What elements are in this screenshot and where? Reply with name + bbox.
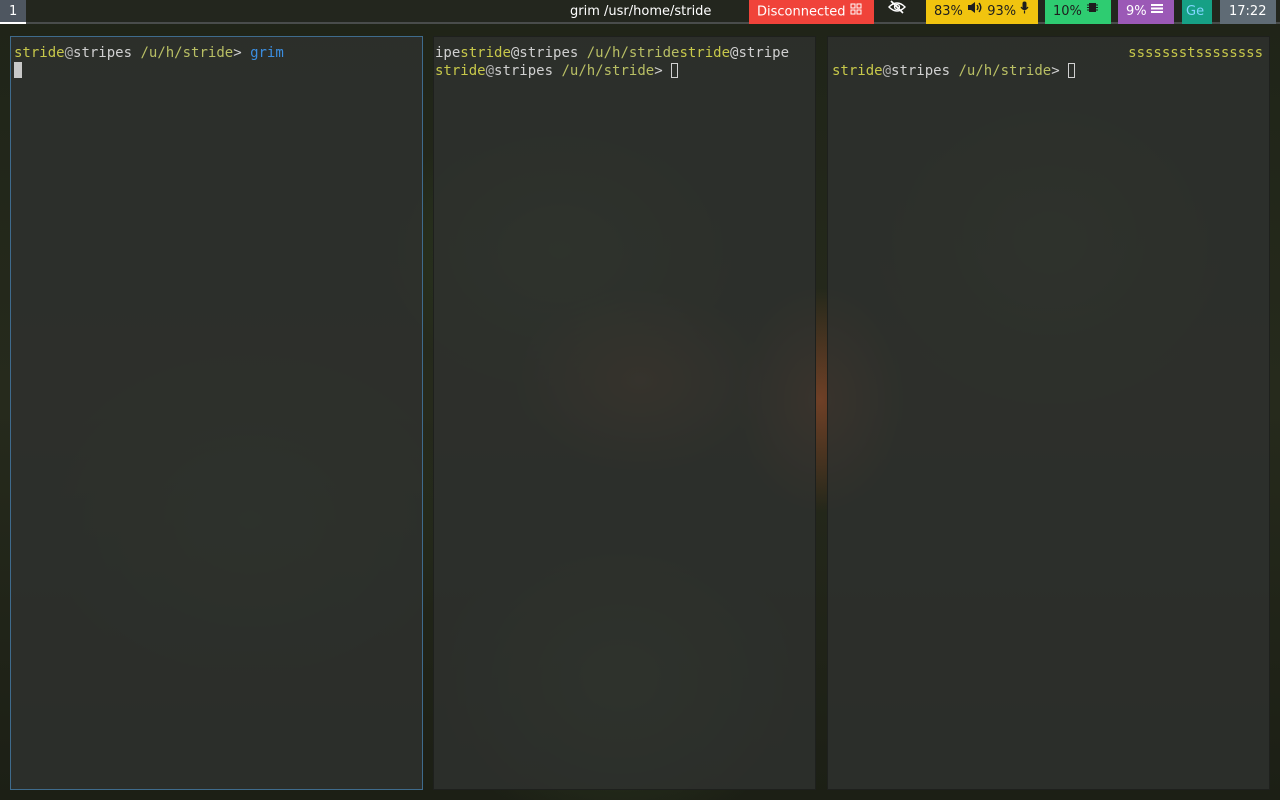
terminal-window-2[interactable]: ipestride@stripes /u/h/stridestride@stri… (433, 36, 816, 790)
terminal-cursor (671, 63, 679, 78)
volume-level: 83% (934, 4, 963, 19)
wrap-host-2: @stripe (730, 45, 790, 61)
terminal-window-3[interactable]: ssssssstssssssss stride@stripes /u/h/str… (827, 36, 1270, 790)
typed-command: grim (250, 45, 284, 61)
workspace-button-1[interactable]: 1 (0, 0, 26, 24)
prompt-symbol: > (654, 63, 663, 79)
terminal-prompt-line: stride@stripes /u/h/stride> grim (14, 44, 284, 62)
terminal-prompt-line: stride@stripes /u/h/stride> (435, 62, 679, 80)
wrap-host: @stripes (510, 45, 587, 61)
wrap-fragment: ipe (435, 45, 461, 61)
cpu-module[interactable]: 10% (1045, 0, 1111, 24)
speaker-icon (967, 0, 983, 23)
cpu-chip-icon (1086, 0, 1099, 23)
network-disconnected-icon (850, 0, 862, 24)
prompt-user: stride (14, 45, 65, 61)
terminal-cursor (14, 62, 22, 78)
wrap-user: stride (460, 45, 511, 61)
memory-bars-icon (1150, 0, 1163, 23)
prompt-path: /u/h/stride (140, 45, 234, 61)
memory-usage: 9% (1126, 4, 1147, 19)
prompt-host: stripes (891, 63, 951, 79)
cpu-usage: 10% (1053, 4, 1082, 19)
prompt-symbol: > (1051, 63, 1060, 79)
audio-module[interactable]: 83% 93% (926, 0, 1038, 24)
prompt-path: /u/h/stride (561, 63, 655, 79)
terminal-right-prompt: ssssssstssssssss (1128, 45, 1263, 61)
prompt-path: /u/h/stride (958, 63, 1052, 79)
prompt-at: @ (64, 45, 74, 61)
prompt-host: stripes (73, 45, 133, 61)
wrap-user-2: stride (679, 45, 731, 61)
prompt-user: stride (832, 63, 883, 79)
prompt-symbol: > (233, 45, 242, 61)
prompt-user: stride (435, 63, 486, 79)
prompt-at: @ (485, 63, 495, 79)
keyboard-language-module[interactable]: Ge (1182, 0, 1212, 24)
focused-window-title: grim /usr/home/stride (570, 4, 712, 19)
terminal-cursor (1068, 63, 1076, 78)
status-bar: 1 grim /usr/home/stride Disconnected 83% (0, 0, 1280, 24)
memory-module[interactable]: 9% (1118, 0, 1174, 24)
wrap-path: /u/h/stride (586, 45, 680, 61)
terminal-window-1[interactable]: stride@stripes /u/h/stride> grim (10, 36, 423, 790)
clock-module[interactable]: 17:22 (1220, 0, 1276, 24)
prompt-host: stripes (494, 63, 554, 79)
eye-slash-icon (888, 0, 906, 23)
idle-inhibitor-module[interactable] (880, 0, 920, 24)
network-module[interactable]: Disconnected (749, 0, 874, 24)
microphone-icon (1020, 0, 1029, 23)
terminal-wrapped-line: ipestride@stripes /u/h/stridestride@stri… (435, 44, 789, 62)
prompt-at: @ (882, 63, 892, 79)
network-status-label: Disconnected (757, 4, 846, 20)
mic-level: 93% (987, 4, 1017, 19)
terminal-prompt-line: stride@stripes /u/h/stride> (832, 62, 1076, 80)
terminal-cursor-line (14, 62, 22, 80)
